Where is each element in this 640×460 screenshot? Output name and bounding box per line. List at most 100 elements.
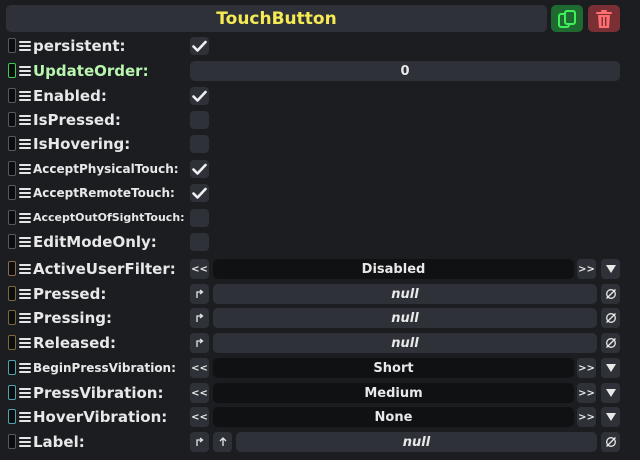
field-menu-icon[interactable] — [19, 262, 31, 276]
drag-handle[interactable] — [8, 409, 16, 424]
field-label: HoverVibration: — [33, 408, 168, 426]
enum-dropdown-button[interactable] — [601, 407, 620, 427]
drag-handle[interactable] — [8, 335, 16, 350]
duplicate-component-button[interactable] — [551, 5, 583, 32]
field-menu-icon[interactable] — [19, 113, 31, 127]
field-menu-icon[interactable] — [19, 235, 31, 249]
next-value-button[interactable]: >> — [577, 407, 596, 427]
is-hovering-checkbox[interactable] — [190, 135, 209, 153]
field-row-is-pressed: IsPressed: — [0, 109, 640, 131]
dropdown-arrow-icon — [605, 364, 616, 372]
field-row-begin-press-vibration: BeginPressVibration: << Short >> — [0, 357, 640, 379]
field-menu-icon[interactable] — [19, 186, 31, 200]
field-menu-icon[interactable] — [19, 287, 31, 301]
remove-component-button[interactable] — [588, 5, 620, 32]
field-label: Released: — [33, 334, 116, 352]
field-menu-icon[interactable] — [19, 162, 31, 176]
field-menu-icon[interactable] — [19, 386, 31, 400]
previous-value-button[interactable]: << — [190, 407, 209, 427]
pressing-reference-field[interactable]: null — [213, 308, 597, 328]
field-label: Pressing: — [33, 309, 112, 327]
open-reference-button[interactable] — [190, 284, 209, 304]
checkmark-icon — [192, 40, 207, 52]
dropdown-arrow-icon — [605, 413, 616, 421]
drag-handle[interactable] — [8, 88, 16, 103]
drag-handle[interactable] — [8, 385, 16, 400]
field-row-released: Released: null — [0, 332, 640, 354]
drag-handle[interactable] — [8, 136, 16, 151]
persistent-checkbox[interactable] — [190, 37, 209, 55]
field-menu-icon[interactable] — [19, 137, 31, 151]
field-label: PressVibration: — [33, 384, 164, 402]
open-reference-button[interactable] — [190, 432, 209, 452]
active-user-filter-value: Disabled — [213, 259, 574, 279]
field-row-pressing: Pressing: null — [0, 307, 640, 329]
clear-reference-button[interactable] — [601, 432, 620, 452]
field-row-enabled: Enabled: — [0, 85, 640, 107]
update-order-input[interactable]: 0 — [190, 61, 620, 81]
accept-physical-touch-checkbox[interactable] — [190, 160, 209, 178]
field-menu-icon[interactable] — [19, 211, 31, 225]
drag-handle[interactable] — [8, 38, 16, 53]
drag-handle[interactable] — [8, 210, 16, 225]
field-label: BeginPressVibration: — [33, 361, 176, 375]
drag-handle[interactable] — [8, 286, 16, 301]
edit-mode-only-checkbox[interactable] — [190, 233, 209, 251]
field-menu-icon[interactable] — [19, 89, 31, 103]
drag-handle[interactable] — [8, 310, 16, 325]
field-menu-icon[interactable] — [19, 311, 31, 325]
copy-icon — [558, 9, 576, 28]
checkmark-icon — [192, 90, 207, 102]
drag-handle[interactable] — [8, 434, 16, 449]
drag-handle[interactable] — [8, 234, 16, 249]
field-label: ActiveUserFilter: — [33, 260, 176, 278]
field-menu-icon[interactable] — [19, 336, 31, 350]
label-reference-field[interactable]: null — [236, 432, 597, 452]
field-label: persistent: — [33, 37, 126, 55]
enum-dropdown-button[interactable] — [601, 358, 620, 378]
accept-out-of-sight-touch-checkbox[interactable] — [190, 209, 209, 227]
is-pressed-checkbox[interactable] — [190, 111, 209, 129]
field-label: UpdateOrder: — [33, 62, 149, 80]
null-icon — [605, 289, 616, 299]
enum-dropdown-button[interactable] — [601, 383, 620, 403]
field-menu-icon[interactable] — [19, 435, 31, 449]
drag-handle[interactable] — [8, 112, 16, 127]
pressed-reference-field[interactable]: null — [213, 284, 597, 304]
next-value-button[interactable]: >> — [577, 259, 596, 279]
next-value-button[interactable]: >> — [577, 358, 596, 378]
field-menu-icon[interactable] — [19, 410, 31, 424]
field-label: IsPressed: — [33, 111, 121, 129]
drag-handle[interactable] — [8, 185, 16, 200]
next-value-button[interactable]: >> — [577, 383, 596, 403]
clear-reference-button[interactable] — [601, 333, 620, 353]
released-reference-field[interactable]: null — [213, 333, 597, 353]
previous-value-button[interactable]: << — [190, 358, 209, 378]
enabled-checkbox[interactable] — [190, 87, 209, 105]
checkmark-icon — [192, 187, 207, 199]
clear-reference-button[interactable] — [601, 284, 620, 304]
open-reference-button[interactable] — [190, 308, 209, 328]
field-label: AcceptPhysicalTouch: — [33, 162, 179, 176]
field-menu-icon[interactable] — [19, 39, 31, 53]
field-label: IsHovering: — [33, 135, 131, 153]
accept-remote-touch-checkbox[interactable] — [190, 184, 209, 202]
enum-dropdown-button[interactable] — [601, 259, 620, 279]
clear-reference-button[interactable] — [601, 308, 620, 328]
drag-handle[interactable] — [8, 360, 16, 375]
drag-handle[interactable] — [8, 63, 16, 78]
field-menu-icon[interactable] — [19, 64, 31, 78]
null-icon — [605, 437, 616, 447]
previous-value-button[interactable]: << — [190, 383, 209, 403]
press-vibration-value: Medium — [213, 383, 574, 403]
arrow-up-right-icon — [195, 289, 204, 298]
field-row-is-hovering: IsHovering: — [0, 133, 640, 155]
drag-handle[interactable] — [8, 261, 16, 276]
field-row-accept-physical-touch: AcceptPhysicalTouch: — [0, 158, 640, 180]
drag-handle[interactable] — [8, 161, 16, 176]
parent-reference-button[interactable] — [213, 432, 232, 452]
component-title: TouchButton — [6, 5, 547, 32]
open-reference-button[interactable] — [190, 333, 209, 353]
field-menu-icon[interactable] — [19, 361, 31, 375]
previous-value-button[interactable]: << — [190, 259, 209, 279]
